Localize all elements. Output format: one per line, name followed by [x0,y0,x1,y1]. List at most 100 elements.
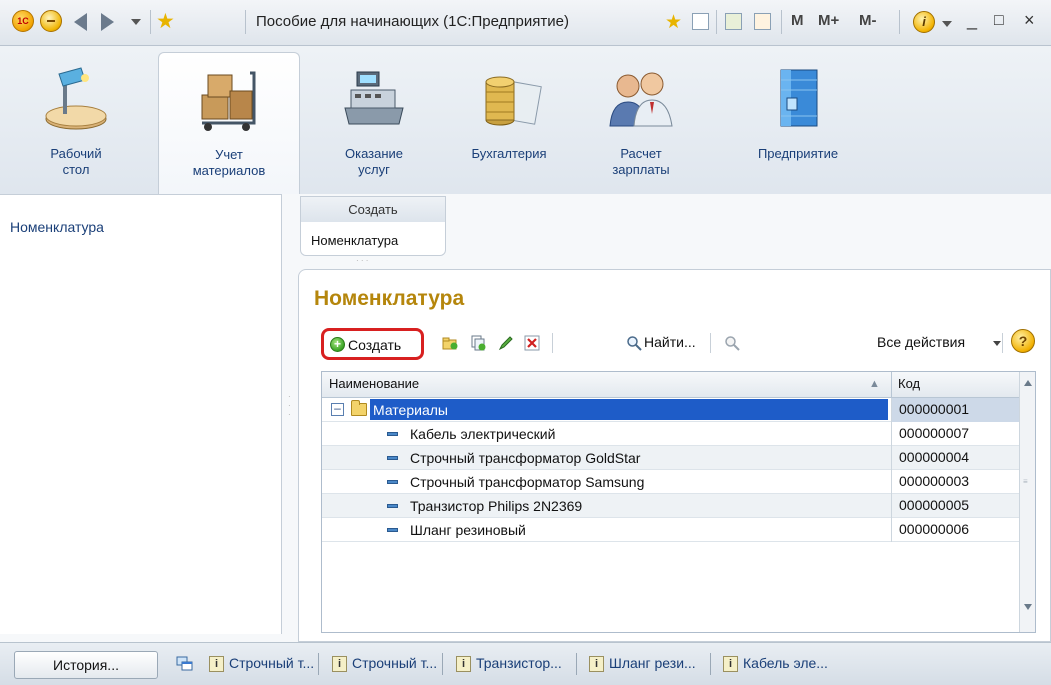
column-header-name[interactable]: Наименование [329,376,419,391]
search-icon[interactable] [626,335,642,351]
row-name: Строчный трансформатор GoldStar [410,450,641,466]
section-label: Рабочий стол [50,146,102,177]
table-row[interactable]: Строчный трансформатор GoldStar 00000000… [322,446,1019,470]
row-code[interactable]: 000000004 [891,446,1019,470]
memory-add-button[interactable]: M+ [818,12,839,29]
app-logo-icon[interactable]: 1C [12,10,34,32]
toolbar-separator [716,10,717,34]
task-window-2[interactable]: Строчный т... [352,655,437,671]
document-icon: i [723,656,738,672]
section-label: Оказание услуг [344,146,404,177]
find-button[interactable]: Найти... [644,334,696,350]
memory-store-button[interactable]: M [791,12,804,29]
create-button-label: Создать [348,337,402,353]
row-name-cell[interactable]: Материалы [370,399,888,420]
create-folder-icon[interactable] [442,335,458,351]
all-actions-button[interactable]: Все действия [877,334,965,350]
section-enterprise[interactable]: Предприятие [730,52,866,194]
delete-mark-icon[interactable] [524,335,540,351]
item-icon [387,504,398,508]
main-menu-icon[interactable] [40,10,62,32]
toolbar-separator [150,10,151,34]
section-desktop[interactable]: Рабочий стол [8,52,144,194]
document-icon: i [209,656,224,672]
scroll-up-icon[interactable] [1024,380,1032,386]
minimize-button[interactable]: _ [967,10,977,31]
row-name: Кабель электрический [410,426,556,442]
close-button[interactable]: × [1024,10,1035,31]
help-icon[interactable]: ? [1011,329,1035,353]
section-label: Бухгалтерия [471,146,547,161]
form-toolbar: + Создать Найти... Все действия ? [299,326,1050,360]
nav-item-nomenclature[interactable]: Номенклатура [10,219,104,235]
row-code[interactable]: 000000003 [891,470,1019,494]
table-row[interactable]: Кабель электрический 000000007 [322,422,1019,446]
vertical-scrollbar[interactable]: ≡ [1019,372,1035,632]
row-code[interactable]: 000000006 [891,518,1019,542]
add-favorite-icon[interactable]: ★ [665,12,682,34]
history-dropdown-icon[interactable] [131,19,141,25]
item-icon [387,456,398,460]
column-divider[interactable] [891,372,892,398]
window-title: Пособие для начинающих (1С:Предприятие) [256,13,569,30]
row-code[interactable]: 000000007 [891,422,1019,446]
table-row[interactable]: Транзистор Philips 2N2369 000000005 [322,494,1019,518]
table-row[interactable]: – Материалы 000000001 [322,398,1019,422]
history-button[interactable]: История... [14,651,158,679]
toolbar-separator [899,10,900,34]
folder-icon [351,400,367,416]
info-icon[interactable]: i [913,11,935,33]
task-separator [576,653,577,675]
copy-icon[interactable] [470,335,486,351]
people-icon [609,72,673,127]
back-arrow-icon[interactable] [74,13,87,31]
collapse-icon[interactable]: – [331,402,344,416]
section-payroll[interactable]: Расчет зарплаты [582,52,700,194]
toolbar-separator [1002,333,1003,353]
memory-subtract-button[interactable]: M- [859,12,877,29]
row-name: Материалы [373,402,448,418]
table-row[interactable]: Шланг резиновый 000000006 [322,518,1019,542]
info-dropdown-icon[interactable] [942,21,952,27]
actions-create-header: Создать [301,197,445,222]
create-button[interactable]: + Создать [321,328,424,360]
section-services[interactable]: Оказание услуг [310,52,438,194]
scroll-thumb[interactable]: ≡ [1023,477,1028,486]
item-icon [387,480,398,484]
row-code[interactable]: 000000001 [891,398,1019,422]
actions-panel: Создать Номенклатура [300,196,446,256]
links-icon[interactable] [692,13,709,30]
section-materials[interactable]: Учет материалов [158,52,300,194]
edit-pencil-icon[interactable] [498,335,514,351]
actions-resize-grip[interactable]: · · · [356,256,368,265]
calendar-icon[interactable] [754,13,771,30]
desk-lamp-icon [45,67,107,130]
task-separator [710,653,711,675]
row-name: Шланг резиновый [410,522,526,538]
task-window-5[interactable]: Кабель эле... [743,655,828,671]
document-icon: i [589,656,604,672]
action-create-nomenclature[interactable]: Номенклатура [311,233,398,248]
document-icon: i [332,656,347,672]
section-accounting[interactable]: Бухгалтерия [442,52,576,194]
maximize-button[interactable]: □ [994,12,1004,30]
toolbar-separator [781,10,782,34]
task-window-3[interactable]: Транзистор... [476,655,562,671]
task-window-4[interactable]: Шланг рези... [609,655,696,671]
toolbar-separator [245,10,246,34]
windows-list-icon[interactable] [176,655,194,673]
forward-arrow-icon[interactable] [101,13,114,31]
navigation-panel: Номенклатура [0,194,282,634]
column-header-code[interactable]: Код [898,376,920,391]
row-code[interactable]: 000000005 [891,494,1019,518]
section-label: Расчет зарплаты [612,146,670,177]
task-window-1[interactable]: Строчный т... [229,655,314,671]
row-name: Транзистор Philips 2N2369 [410,498,583,514]
panel-resize-grip[interactable]: · · · [288,392,291,419]
cancel-search-icon[interactable] [724,335,740,351]
scroll-down-icon[interactable] [1024,604,1032,610]
item-icon [387,432,398,436]
favorites-star-icon[interactable]: ★ [156,11,175,33]
calculator-icon[interactable] [725,13,742,30]
table-row[interactable]: Строчный трансформатор Samsung 000000003 [322,470,1019,494]
